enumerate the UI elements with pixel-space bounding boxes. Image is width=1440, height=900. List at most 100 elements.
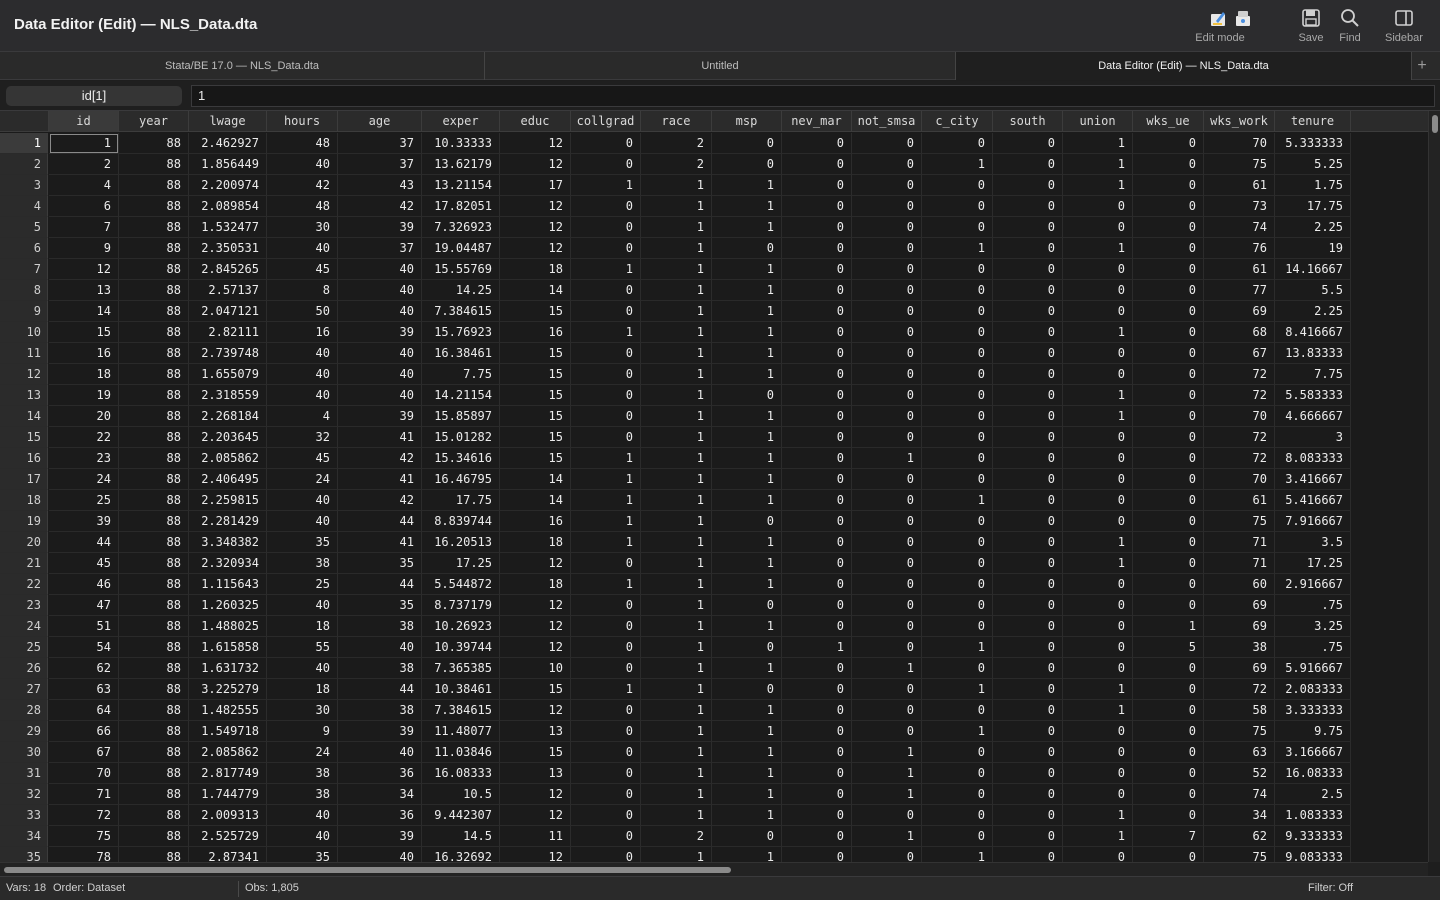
table-cell[interactable]: 0 xyxy=(922,574,993,595)
table-cell[interactable]: 2.083333 xyxy=(1275,679,1351,700)
table-cell[interactable]: 0 xyxy=(993,259,1063,280)
table-cell[interactable]: 3.25 xyxy=(1275,616,1351,637)
table-cell[interactable]: 10.39744 xyxy=(422,637,500,658)
table-cell[interactable]: 88 xyxy=(119,133,189,154)
table-cell[interactable]: 0 xyxy=(571,742,641,763)
table-cell[interactable]: 0 xyxy=(1063,721,1133,742)
table-cell[interactable]: 2 xyxy=(49,154,119,175)
table-cell[interactable]: 44 xyxy=(338,679,422,700)
table-cell[interactable]: 1 xyxy=(641,700,712,721)
table-cell[interactable]: 5.333333 xyxy=(1275,133,1351,154)
table-cell[interactable]: 0 xyxy=(993,175,1063,196)
table-cell[interactable]: 25 xyxy=(267,574,338,595)
table-cell[interactable]: 0 xyxy=(571,133,641,154)
table-cell[interactable]: 1 xyxy=(1063,553,1133,574)
table-cell[interactable]: 0 xyxy=(1133,469,1204,490)
table-cell[interactable]: 4 xyxy=(49,175,119,196)
table-cell[interactable]: 1 xyxy=(641,259,712,280)
table-cell[interactable]: 70 xyxy=(1204,406,1275,427)
table-cell[interactable]: 12 xyxy=(500,133,571,154)
table-cell[interactable]: 43 xyxy=(338,175,422,196)
table-cell[interactable]: 71 xyxy=(1204,553,1275,574)
table-cell[interactable]: 0 xyxy=(922,364,993,385)
table-cell[interactable]: 60 xyxy=(1204,574,1275,595)
table-cell[interactable]: 0 xyxy=(993,784,1063,805)
table-cell[interactable]: 1.856449 xyxy=(189,154,267,175)
table-cell[interactable]: 88 xyxy=(119,385,189,406)
table-cell[interactable]: 1 xyxy=(712,217,782,238)
table-cell[interactable]: 0 xyxy=(852,280,922,301)
table-cell[interactable]: 0 xyxy=(782,553,852,574)
table-cell[interactable]: 18 xyxy=(49,364,119,385)
row-number[interactable]: 25 xyxy=(0,637,48,658)
table-cell[interactable]: 14.25 xyxy=(422,280,500,301)
table-cell[interactable]: 72 xyxy=(1204,427,1275,448)
table-cell[interactable]: 0 xyxy=(1133,175,1204,196)
table-cell[interactable]: 71 xyxy=(1204,532,1275,553)
table-cell[interactable]: 2.57137 xyxy=(189,280,267,301)
table-cell[interactable]: 1 xyxy=(712,490,782,511)
table-cell[interactable]: 67 xyxy=(1204,343,1275,364)
table-cell[interactable]: 66 xyxy=(49,721,119,742)
table-cell[interactable]: 1.75 xyxy=(1275,175,1351,196)
column-header-union[interactable]: union xyxy=(1063,111,1133,132)
table-cell[interactable]: 40 xyxy=(338,385,422,406)
table-cell[interactable]: 15 xyxy=(500,301,571,322)
table-cell[interactable]: 0 xyxy=(852,637,922,658)
table-cell[interactable]: 1 xyxy=(641,574,712,595)
table-cell[interactable]: 40 xyxy=(338,259,422,280)
table-cell[interactable]: 73 xyxy=(1204,196,1275,217)
table-cell[interactable]: 2.085862 xyxy=(189,448,267,469)
table-cell[interactable]: 0 xyxy=(922,784,993,805)
table-cell[interactable]: 15 xyxy=(500,385,571,406)
table-cell[interactable]: 37 xyxy=(338,238,422,259)
table-cell[interactable]: 1.615858 xyxy=(189,637,267,658)
table-cell[interactable]: 1 xyxy=(641,532,712,553)
table-cell[interactable]: 0 xyxy=(1133,763,1204,784)
table-cell[interactable]: 12 xyxy=(500,700,571,721)
table-cell[interactable]: 88 xyxy=(119,721,189,742)
table-cell[interactable]: 3.225279 xyxy=(189,679,267,700)
table-cell[interactable]: 1 xyxy=(641,280,712,301)
table-cell[interactable]: 0 xyxy=(852,133,922,154)
table-cell[interactable]: 0 xyxy=(852,511,922,532)
table-cell[interactable]: 1 xyxy=(1063,238,1133,259)
table-cell[interactable]: 0 xyxy=(782,406,852,427)
column-header-lwage[interactable]: lwage xyxy=(189,111,267,132)
table-cell[interactable]: 1 xyxy=(712,553,782,574)
column-header-id[interactable]: id xyxy=(49,111,119,132)
row-number[interactable]: 22 xyxy=(0,574,48,595)
table-cell[interactable]: 40 xyxy=(267,511,338,532)
table-cell[interactable]: 35 xyxy=(338,595,422,616)
table-cell[interactable]: 72 xyxy=(49,805,119,826)
table-cell[interactable]: 37 xyxy=(338,154,422,175)
table-cell[interactable]: 78 xyxy=(49,847,119,862)
table-cell[interactable]: 0 xyxy=(1133,511,1204,532)
table-cell[interactable]: 0 xyxy=(571,196,641,217)
table-cell[interactable]: 0 xyxy=(782,490,852,511)
table-cell[interactable]: 0 xyxy=(852,154,922,175)
table-cell[interactable]: 0 xyxy=(922,175,993,196)
table-cell[interactable]: 88 xyxy=(119,490,189,511)
table-cell[interactable]: 0 xyxy=(852,406,922,427)
table-cell[interactable]: 71 xyxy=(49,784,119,805)
table-cell[interactable]: 0 xyxy=(1063,742,1133,763)
table-cell[interactable]: 0 xyxy=(852,427,922,448)
table-cell[interactable]: 0 xyxy=(993,721,1063,742)
table-cell[interactable]: 0 xyxy=(922,742,993,763)
table-cell[interactable]: 1 xyxy=(571,175,641,196)
table-cell[interactable]: 64 xyxy=(49,700,119,721)
table-cell[interactable]: 0 xyxy=(852,322,922,343)
table-cell[interactable]: 1 xyxy=(922,847,993,862)
table-cell[interactable]: 7 xyxy=(1133,826,1204,847)
table-cell[interactable]: 0 xyxy=(571,595,641,616)
table-cell[interactable]: 13.83333 xyxy=(1275,343,1351,364)
table-cell[interactable]: 2 xyxy=(641,133,712,154)
table-cell[interactable]: 1 xyxy=(712,721,782,742)
table-cell[interactable]: 1 xyxy=(641,406,712,427)
table-cell[interactable]: 2.739748 xyxy=(189,343,267,364)
table-cell[interactable]: 34 xyxy=(1204,805,1275,826)
table-cell[interactable]: 12 xyxy=(500,196,571,217)
table-cell[interactable]: 32 xyxy=(267,427,338,448)
table-cell[interactable]: 0 xyxy=(993,322,1063,343)
